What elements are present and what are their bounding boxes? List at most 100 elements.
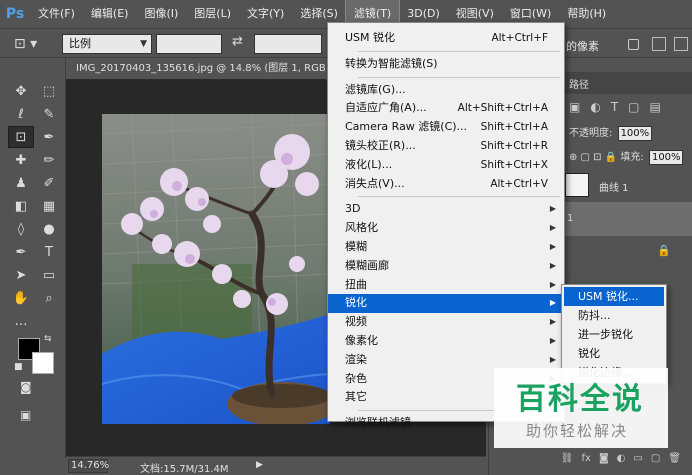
filter-3d[interactable]: 3D ▶ [328, 200, 564, 219]
eraser-icon[interactable]: ◧ [8, 195, 34, 217]
lasso-icon[interactable]: ℓ [8, 103, 34, 125]
settings-icon[interactable] [674, 37, 688, 51]
default-colors-icon[interactable]: ■ [14, 362, 23, 372]
filter-gallery[interactable]: 滤镜库(G)... [328, 81, 564, 100]
filter-vanishing-point[interactable]: 消失点(V)... Alt+Ctrl+V [328, 175, 564, 194]
crop-icon[interactable]: ⊡ ▾ [14, 34, 44, 54]
ratio-select[interactable]: 比例 ▼ [62, 34, 152, 54]
filter-lens-correction[interactable]: 镜头校正(R)... Shift+Ctrl+R [328, 137, 564, 156]
menu-item-shortcut: Shift+Ctrl+A [480, 121, 548, 134]
link-icon[interactable]: ⛓ [561, 453, 574, 469]
image-filter-icon[interactable]: ▣ [569, 100, 580, 114]
trash-icon[interactable]: 🗑 [668, 453, 681, 469]
menu-item-label: 自适应广角(A)... [345, 101, 427, 115]
zoom-level-field[interactable]: 14.76% [68, 459, 109, 473]
swap-colors-icon[interactable]: ⇆ [44, 334, 52, 344]
filter-sharpen[interactable]: 锐化 ▶ [328, 294, 564, 314]
filter-liquify[interactable]: 液化(L)... Shift+Ctrl+X [328, 156, 564, 175]
menu-item-label: 液化(L)... [345, 157, 393, 171]
submenu-arrow-icon: ▶ [549, 223, 556, 233]
filter-last-usm[interactable]: USM 锐化 Alt+Ctrl+F [328, 29, 564, 48]
screen-mode-icon[interactable]: ▣ [20, 408, 31, 422]
sharpen-more[interactable]: 进一步锐化 [562, 325, 666, 344]
shape-filter-icon[interactable]: ▢ [628, 100, 639, 114]
adjustment-icon[interactable]: ◐ [617, 453, 626, 469]
hand-icon[interactable]: ✋ [8, 287, 34, 309]
status-bar: 14.76% 文档:15.7M/31.4M ▶ [66, 456, 486, 475]
gradient-icon[interactable]: ▦ [36, 195, 62, 217]
quick-mask-icon[interactable]: ◙ [20, 380, 32, 394]
marquee-icon[interactable]: ⬚ [36, 80, 62, 102]
zoom-icon[interactable]: ⌕ [36, 287, 62, 309]
stamp-icon[interactable]: ♟ [8, 172, 34, 194]
watermark-subtitle: 助你轻松解决 [526, 422, 629, 440]
submenu-arrow-icon: ▶ [549, 204, 556, 214]
brush-icon[interactable]: ✏ [36, 149, 62, 171]
smart-object-filter-icon[interactable]: ▤ [650, 100, 661, 114]
healing-icon[interactable]: ✚ [8, 149, 34, 171]
submenu-arrow-icon: ▶ [549, 354, 556, 364]
quick-select-icon[interactable]: ✎ [36, 103, 62, 125]
chevron-right-icon[interactable]: ▶ [256, 460, 263, 470]
ratio-select-value: 比例 [69, 37, 91, 50]
blur-icon[interactable]: ◊ [8, 218, 34, 240]
sharpen-usm[interactable]: USM 锐化... [564, 287, 664, 306]
filter-video[interactable]: 视频 ▶ [328, 313, 564, 332]
background-color-swatch[interactable] [32, 352, 54, 374]
document-tab[interactable]: IMG_20170403_135616.jpg @ 14.8% (图层 1, R… [66, 58, 326, 80]
sharpen-basic[interactable]: 锐化 [562, 344, 666, 363]
height-field[interactable] [254, 34, 322, 54]
delete-pixels-checkbox[interactable] [628, 39, 639, 50]
menu-file[interactable]: 文件(F) [30, 0, 83, 28]
mask-icon[interactable]: ◙ [599, 453, 609, 469]
folder-icon[interactable]: ▭ [633, 453, 642, 469]
menu-item-shortcut: Alt+Ctrl+F [491, 32, 548, 44]
fill-field[interactable]: 100% [648, 149, 683, 165]
dodge-icon[interactable]: ● [36, 218, 62, 240]
width-field[interactable] [156, 34, 222, 54]
menu-image[interactable]: 图像(I) [136, 0, 186, 28]
history-brush-icon[interactable]: ✐ [36, 172, 62, 194]
filter-distort[interactable]: 扭曲 ▶ [328, 276, 564, 295]
filter-adaptive-wide-angle[interactable]: 自适应广角(A)... Alt+Shift+Ctrl+A [328, 99, 564, 118]
filter-stylize[interactable]: 风格化 ▶ [328, 219, 564, 238]
menu-item-label: 渲染 [345, 352, 367, 366]
adjustment-filter-icon[interactable]: ◐ [590, 100, 600, 114]
fx-icon[interactable]: fx [582, 453, 591, 469]
pen-icon[interactable]: ✒ [8, 241, 34, 263]
crop-tool-icon[interactable]: ⊡ [8, 126, 34, 148]
lock-options-icon[interactable]: ⊕ ▢ ⊡ 🔒 [569, 152, 617, 163]
more-tools-icon[interactable]: … [8, 310, 34, 332]
filter-camera-raw[interactable]: Camera Raw 滤镜(C)... Shift+Ctrl+A [328, 118, 564, 137]
sharpen-shake-reduction[interactable]: 防抖... [562, 306, 666, 325]
filter-render[interactable]: 渲染 ▶ [328, 351, 564, 370]
menu-layer[interactable]: 图层(L) [186, 0, 239, 28]
filter-pixelate[interactable]: 像素化 ▶ [328, 332, 564, 351]
eyedropper-icon[interactable]: ✒ [36, 126, 62, 148]
document-size-info[interactable]: 文档:15.7M/31.4M [140, 460, 229, 475]
move-icon[interactable]: ✥ [8, 80, 34, 102]
menu-type[interactable]: 文字(Y) [239, 0, 292, 28]
filter-convert-smart[interactable]: 转换为智能滤镜(S) [328, 55, 564, 74]
menu-help[interactable]: 帮助(H) [559, 0, 614, 28]
filter-blur[interactable]: 模糊 ▶ [328, 238, 564, 257]
rectangle-icon[interactable]: ▭ [36, 264, 62, 286]
type-icon[interactable]: T [36, 241, 62, 263]
watermark: 百科全说 助你轻松解决 [494, 368, 668, 448]
delete-pixels-label: 的像素 [566, 40, 599, 53]
type-filter-icon[interactable]: T [611, 100, 618, 114]
opacity-field[interactable]: 100% [617, 125, 652, 141]
document-photo [102, 114, 330, 424]
filter-blur-gallery[interactable]: 模糊画廊 ▶ [328, 257, 564, 276]
menu-edit[interactable]: 编辑(E) [83, 0, 137, 28]
new-layer-icon[interactable]: ▢ [651, 453, 660, 469]
tab-paths[interactable]: 路径 [569, 76, 589, 91]
path-select-icon[interactable]: ➤ [8, 264, 34, 286]
layer-filter-icons: ▣ ◐ T ▢ ▤ [569, 100, 661, 114]
filter-menu: USM 锐化 Alt+Ctrl+F 转换为智能滤镜(S) 滤镜库(G)... 自… [327, 22, 565, 429]
grid-overlay-icon[interactable] [652, 37, 666, 51]
menu-item-label: Camera Raw 滤镜(C)... [345, 120, 468, 134]
swap-icon[interactable]: ⇄ [232, 34, 243, 49]
fill-row: ⊕ ▢ ⊡ 🔒 填充: 100% [569, 148, 683, 165]
submenu-arrow-icon: ▶ [549, 260, 556, 270]
